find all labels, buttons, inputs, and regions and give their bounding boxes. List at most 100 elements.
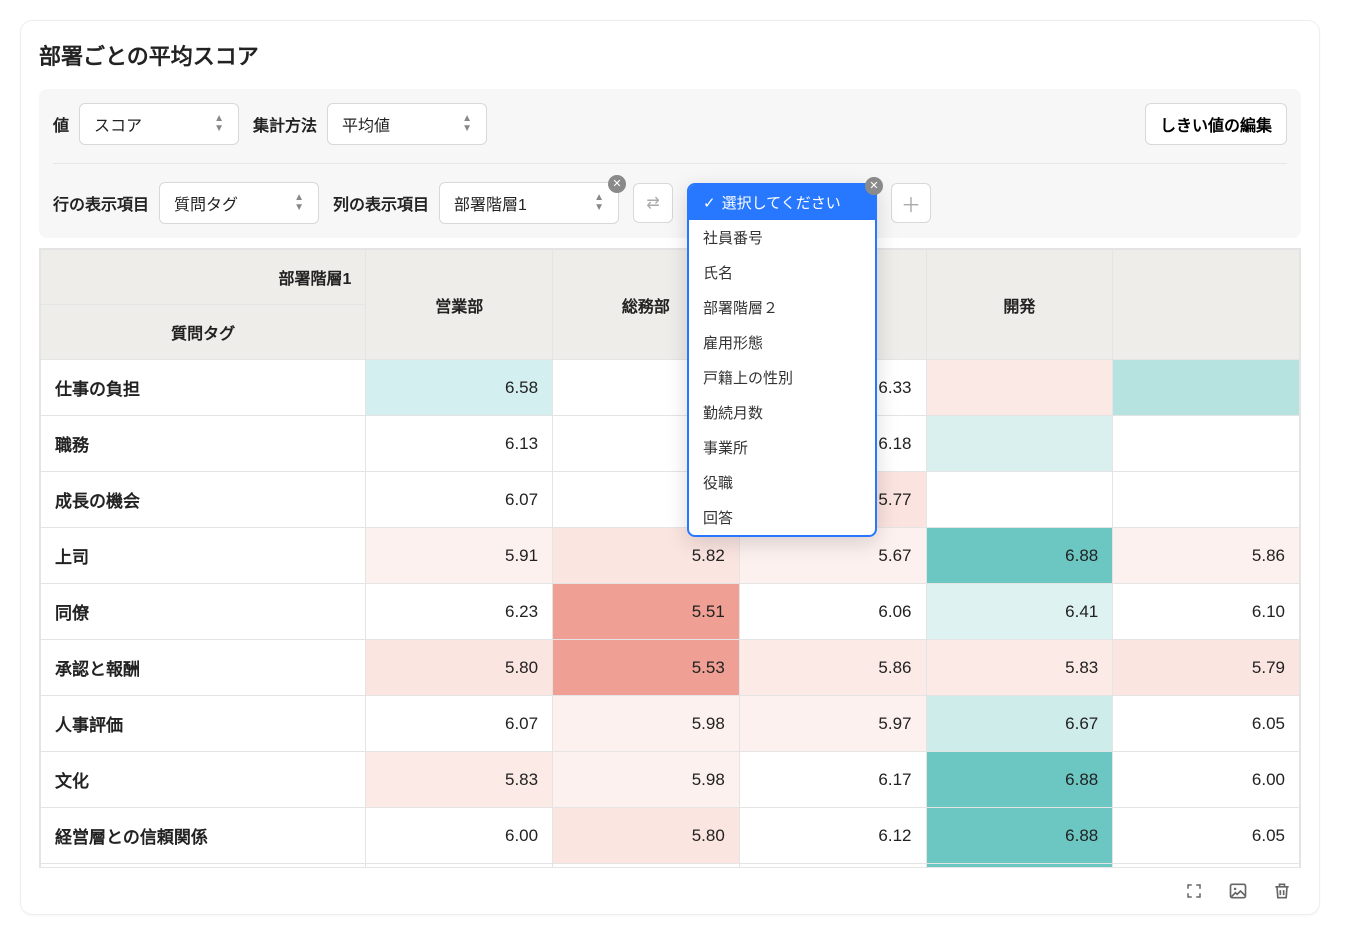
- fullscreen-icon[interactable]: [1183, 880, 1205, 902]
- row-field-select[interactable]: 質問タグ ▲▼: [159, 182, 319, 224]
- table-row: 人事評価6.075.985.976.676.05: [41, 696, 1300, 752]
- cell-value: 5.82: [553, 531, 739, 581]
- row-label: 経営層との信頼関係: [41, 808, 365, 863]
- cell-value: 6.05: [1113, 811, 1299, 861]
- table-row: 仕事の負担6.586.336.33: [41, 360, 1300, 416]
- cell-value: 6.12: [740, 811, 926, 861]
- dropdown-option[interactable]: 氏名: [689, 255, 875, 290]
- table-row: 上司5.915.825.676.885.86: [41, 528, 1300, 584]
- cell-value: 5.83: [366, 755, 552, 805]
- cell-value: [1113, 373, 1299, 403]
- caret-icon: ▲▼: [214, 114, 224, 134]
- value-select[interactable]: スコア ▲▼: [79, 103, 239, 145]
- add-column-dim-button[interactable]: ＋: [891, 183, 931, 223]
- cell-value: [927, 485, 1113, 515]
- remove-column-dim-icon[interactable]: ✕: [865, 177, 883, 195]
- cell-value: 6.88: [927, 531, 1113, 581]
- col-header: [1113, 290, 1299, 320]
- cell-value: 5.98: [553, 755, 739, 805]
- cell-value: 5.51: [553, 587, 739, 637]
- caret-icon: ▲▼: [462, 114, 472, 134]
- row-label: 文化: [41, 752, 365, 807]
- cell-value: [1113, 485, 1299, 515]
- remove-column-dim-icon[interactable]: ✕: [608, 175, 626, 193]
- caret-icon: ▲▼: [294, 193, 304, 213]
- cell-value: 6.07: [366, 699, 552, 749]
- dropdown-option[interactable]: 社員番号: [689, 220, 875, 255]
- dropdown-option[interactable]: 戸籍上の性別: [689, 360, 875, 395]
- cell-value: [927, 373, 1113, 403]
- row-label: 成長の機会: [41, 472, 365, 527]
- dropdown-placeholder[interactable]: ✓ 選択してください: [689, 185, 875, 220]
- value-field: 値 スコア ▲▼: [53, 103, 239, 145]
- cell-value: 5.97: [740, 699, 926, 749]
- value-select-text: スコア: [94, 112, 142, 136]
- toolbar: 値 スコア ▲▼ 集計方法 平均値 ▲▼ しきい値の編集 行の表示項目 質問タグ…: [39, 89, 1301, 238]
- plus-icon: ＋: [901, 189, 921, 218]
- cell-value: 6.00: [1113, 755, 1299, 805]
- col-group-header: 部署階層1: [41, 250, 365, 304]
- cell-value: 5.86: [1113, 531, 1299, 581]
- row-label: 職務: [41, 416, 365, 471]
- cell-value: 5.80: [553, 811, 739, 861]
- row-label: 上司: [41, 528, 365, 583]
- row-label: 承認と報酬: [41, 640, 365, 695]
- agg-label: 集計方法: [253, 112, 317, 136]
- cell-value: 6.17: [740, 755, 926, 805]
- row-field: 行の表示項目 質問タグ ▲▼: [53, 182, 319, 224]
- table-row: 経営層との信頼関係6.005.806.126.886.05: [41, 808, 1300, 864]
- dropdown-option[interactable]: 役職: [689, 465, 875, 500]
- cell-value: 6.58: [366, 363, 552, 413]
- table-row: 職務6.136.256.18: [41, 416, 1300, 472]
- threshold-edit-button[interactable]: しきい値の編集: [1145, 103, 1287, 145]
- dropdown-option[interactable]: 事業所: [689, 430, 875, 465]
- cell-value: 6.05: [1113, 699, 1299, 749]
- col-field: 列の表示項目 部署階層1 ▲▼ ✕: [333, 182, 619, 224]
- row-label: 人事評価: [41, 696, 365, 751]
- swap-icon: ⇄: [646, 193, 659, 213]
- agg-select[interactable]: 平均値 ▲▼: [327, 103, 487, 145]
- swap-axes-button[interactable]: ⇄: [633, 183, 673, 223]
- table-row: 成長の機会6.076.085.77: [41, 472, 1300, 528]
- score-panel: 部署ごとの平均スコア 値 スコア ▲▼ 集計方法 平均値 ▲▼ しきい値の編集 …: [20, 20, 1320, 915]
- cell-value: 5.80: [366, 643, 552, 693]
- panel-footer-actions: [39, 868, 1301, 906]
- caret-icon: ▲▼: [594, 193, 604, 213]
- cell-value: 6.67: [927, 699, 1113, 749]
- image-export-icon[interactable]: [1227, 880, 1249, 902]
- check-icon: ✓: [703, 194, 716, 212]
- cell-value: [1113, 429, 1299, 459]
- cell-value: [927, 429, 1113, 459]
- row-group-header: 質問タグ: [41, 305, 365, 359]
- heatmap-table-wrap: 部署階層1 営業部 総務部 販売部 開発 質問タグ 仕事の負担6.586.336…: [39, 248, 1301, 868]
- dropdown-option[interactable]: 雇用形態: [689, 325, 875, 360]
- cell-value: 6.88: [927, 811, 1113, 861]
- cell-value: 5.83: [927, 643, 1113, 693]
- table-row: 承認と報酬5.805.535.865.835.79: [41, 640, 1300, 696]
- col-header: 営業部: [366, 278, 552, 332]
- dropdown-option[interactable]: 部署階層２: [689, 290, 875, 325]
- col-field-select[interactable]: 部署階層1 ▲▼ ✕: [439, 182, 619, 224]
- cell-value: 5.53: [553, 643, 739, 693]
- delete-icon[interactable]: [1271, 880, 1293, 902]
- row-field-text: 質問タグ: [174, 191, 238, 215]
- cell-value: 6.07: [366, 475, 552, 525]
- column-dim-dropdown[interactable]: ✕ ✓ 選択してください 社員番号氏名部署階層２雇用形態戸籍上の性別勤続月数事業…: [687, 183, 877, 537]
- agg-field: 集計方法 平均値 ▲▼: [253, 103, 487, 145]
- dropdown-option[interactable]: 回答: [689, 500, 875, 535]
- table-row: 文化5.835.986.176.886.00: [41, 752, 1300, 808]
- cell-value: 5.91: [366, 531, 552, 581]
- cell-value: 5.86: [740, 643, 926, 693]
- cell-value: 6.13: [366, 419, 552, 469]
- cell-value: 6.23: [366, 587, 552, 637]
- heatmap-table: 部署階層1 営業部 総務部 販売部 開発 質問タグ 仕事の負担6.586.336…: [40, 249, 1300, 868]
- dropdown-option[interactable]: 勤続月数: [689, 395, 875, 430]
- row-label: 同僚: [41, 584, 365, 639]
- cell-value: 6.88: [927, 755, 1113, 805]
- col-field-text: 部署階層1: [454, 191, 527, 215]
- row-label: 仕事の負担: [41, 360, 365, 415]
- col-field-label: 列の表示項目: [333, 191, 429, 215]
- cell-value: 6.10: [1113, 587, 1299, 637]
- col-header: 開発: [927, 278, 1113, 332]
- cell-value: 5.67: [740, 531, 926, 581]
